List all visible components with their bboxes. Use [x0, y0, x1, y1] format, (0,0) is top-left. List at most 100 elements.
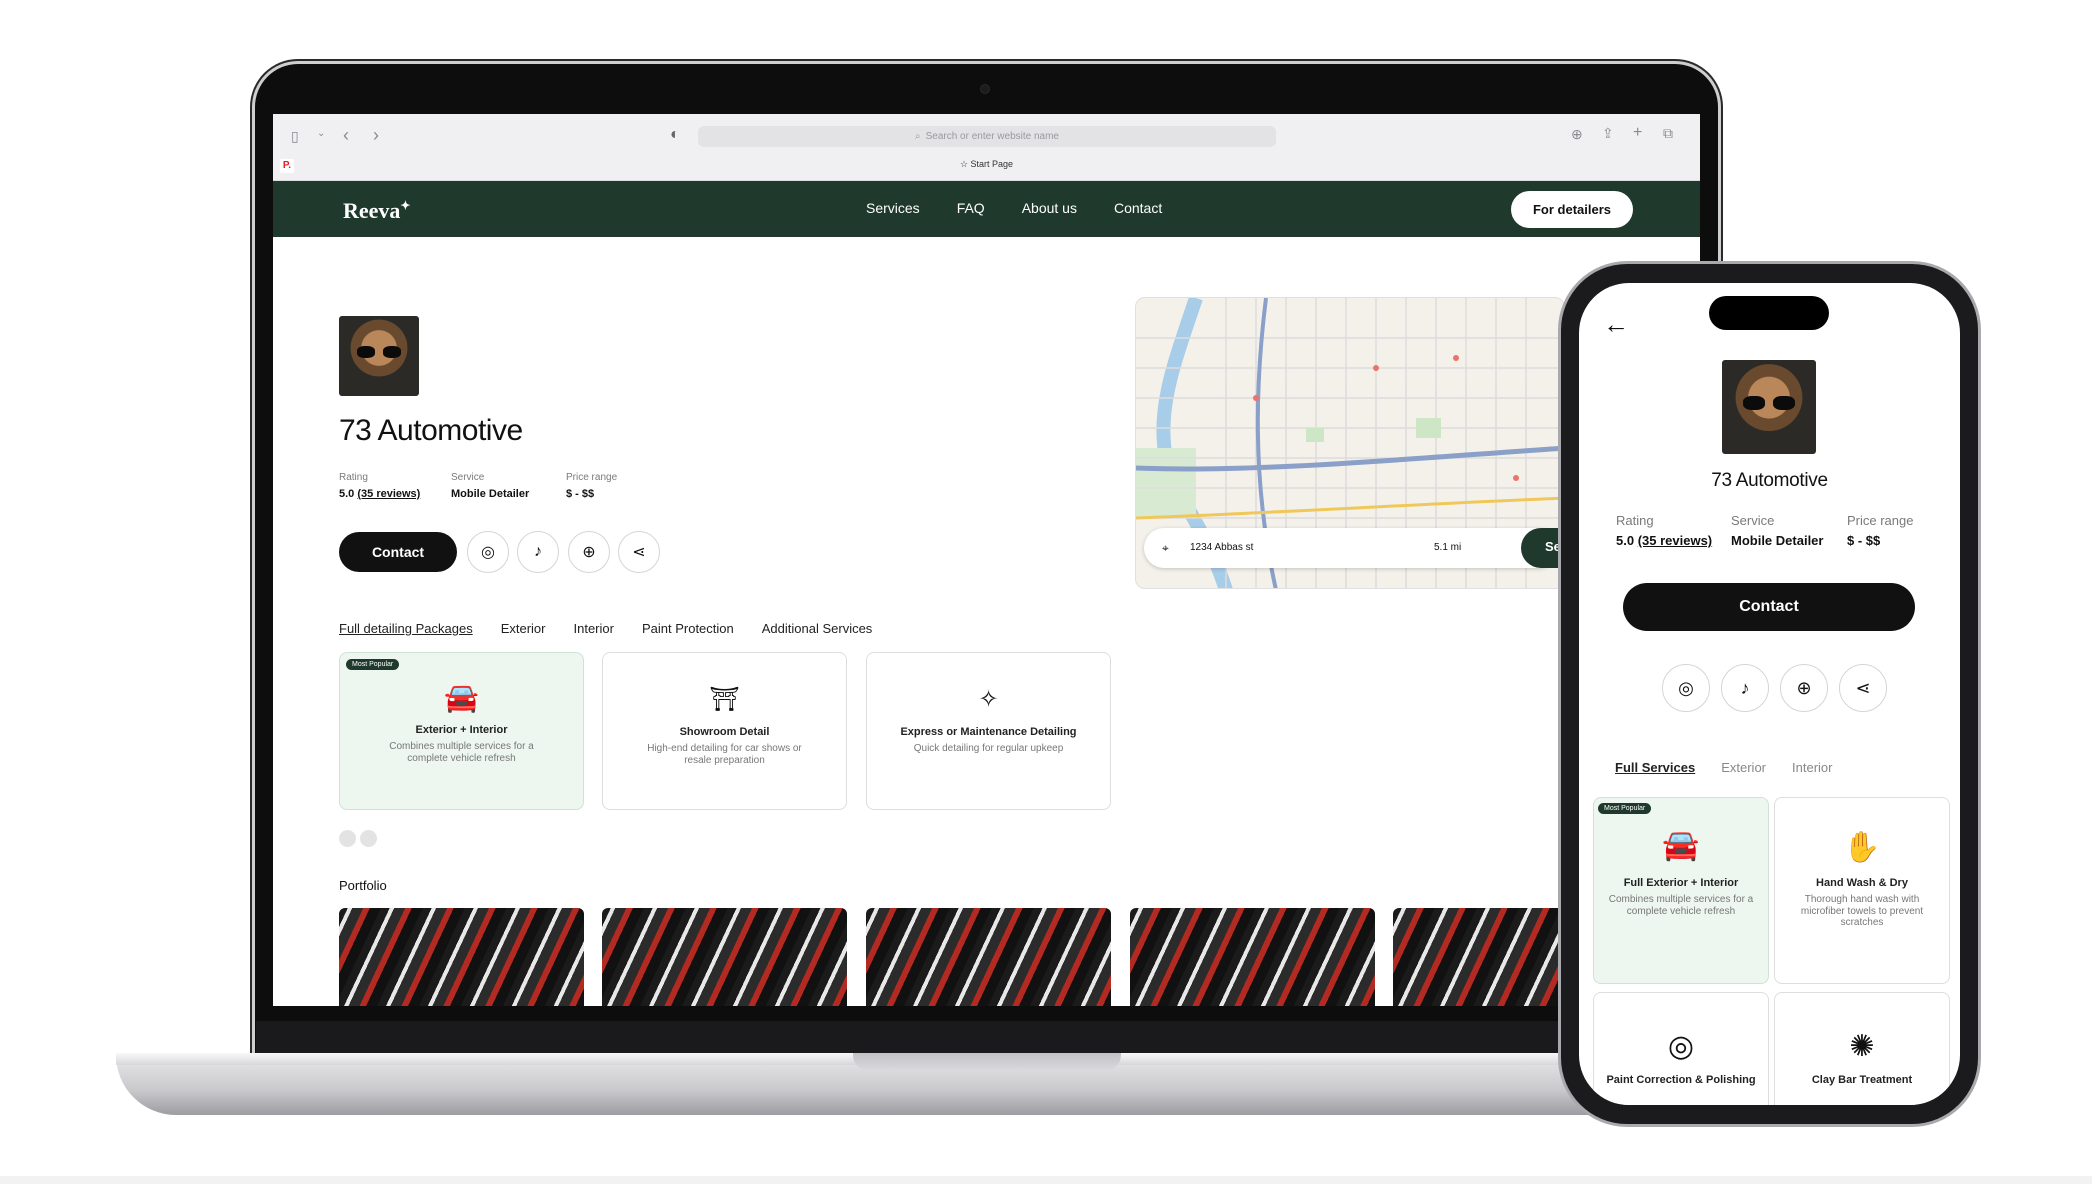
forward-icon[interactable]: › [373, 125, 379, 146]
map-search-bar[interactable]: ⌖ 1234 Abbas st 5.1 mi Se [1144, 528, 1564, 568]
address-input[interactable]: 1234 Abbas st [1190, 542, 1253, 553]
star-icon: ☆ [959, 159, 969, 169]
card-title: Showroom Detail [679, 726, 770, 738]
location-pin-icon: ⌖ [1162, 541, 1169, 555]
price-label: Price range [1847, 513, 1914, 528]
price-label: Price range [566, 472, 618, 483]
rating-value: 5.0 [1616, 533, 1635, 548]
rating-label: Rating [339, 472, 368, 483]
price-value: $ - $$ [1847, 533, 1881, 548]
service-value: Mobile Detailer [1731, 533, 1824, 548]
instagram-icon[interactable]: ◎ [467, 531, 509, 573]
service-label: Service [451, 472, 485, 483]
service-label: Service [1731, 513, 1775, 528]
tab-exterior[interactable]: Exterior [501, 621, 546, 636]
tab-label: Start Page [970, 159, 1014, 169]
chevron-down-icon[interactable]: ⌄ [317, 128, 325, 139]
privacy-shield-icon[interactable]: ◐ [670, 126, 680, 144]
card-title: Paint Correction & Polishing [1606, 1074, 1756, 1086]
tab-full-detailing[interactable]: Full detailing Packages [339, 621, 473, 636]
service-block: Service Mobile Detailer [1731, 513, 1823, 548]
distance-select[interactable]: 5.1 mi [1434, 542, 1461, 553]
portfolio-title: Portfolio [339, 878, 387, 893]
laptop-hinge [256, 1021, 1717, 1053]
dot[interactable] [339, 830, 356, 847]
tab-interior[interactable]: Interior [574, 621, 614, 636]
service-tabs: Full Services Exterior Interior [1615, 760, 1832, 775]
package-card[interactable]: Most Popular 🚘 Exterior + Interior Combi… [339, 652, 584, 810]
address-bar[interactable]: ⌕ Search or enter website name [698, 126, 1276, 147]
tabs-overview-icon[interactable]: ⧉ [1663, 125, 1673, 142]
tab-paint-protection[interactable]: Paint Protection [642, 621, 734, 636]
card-title: Exterior + Interior [415, 724, 508, 736]
card-desc: Combines multiple services for a complet… [1608, 894, 1754, 917]
rating-label: Rating [1616, 513, 1654, 528]
nav-faq[interactable]: FAQ [957, 200, 985, 216]
contact-button[interactable]: Contact [1623, 583, 1915, 631]
price-value: $ - $$ [566, 488, 595, 500]
service-card[interactable]: ✋ Hand Wash & Dry Thorough hand wash wit… [1774, 797, 1950, 984]
portfolio-image[interactable] [339, 908, 584, 1006]
service-card[interactable]: Most Popular 🚘 Full Exterior + Interior … [1593, 797, 1769, 984]
tab-interior[interactable]: Interior [1792, 760, 1832, 775]
share-icon[interactable]: ⇪ [1602, 125, 1614, 142]
phone-screen: ← 73 Automotive Rating 5.0 (35 reviews) … [1579, 283, 1960, 1105]
service-card[interactable]: ◎ Paint Correction & Polishing [1593, 992, 1769, 1105]
card-title: Clay Bar Treatment [1811, 1074, 1913, 1086]
rating-block: Rating 5.0 (35 reviews) [339, 472, 420, 500]
card-desc: Quick detailing for regular upkeep [913, 743, 1064, 754]
tiktok-icon[interactable]: ♪ [517, 531, 559, 573]
download-icon[interactable]: ⊕ [1571, 126, 1583, 143]
back-icon[interactable]: ‹ [343, 125, 349, 146]
globe-icon[interactable]: ⊕ [568, 531, 610, 573]
nav-about[interactable]: About us [1022, 200, 1077, 216]
contact-button[interactable]: Contact [339, 532, 457, 572]
business-avatar [1722, 360, 1816, 454]
share-icon[interactable]: ⋖ [1839, 664, 1887, 712]
service-card[interactable]: ✺ Clay Bar Treatment [1774, 992, 1950, 1105]
globe-icon[interactable]: ⊕ [1780, 664, 1828, 712]
instagram-icon[interactable]: ◎ [1662, 664, 1710, 712]
package-card[interactable]: ✧ Express or Maintenance Detailing Quick… [866, 652, 1111, 810]
hand-wash-icon: ✋ [1843, 831, 1881, 864]
laptop-notch [853, 1053, 1121, 1071]
for-detailers-button[interactable]: For detailers [1511, 191, 1633, 228]
map-search-button[interactable]: Se [1521, 528, 1564, 568]
dot[interactable] [360, 830, 377, 847]
page-footer-strip [0, 1176, 2092, 1184]
sparkles-icon: ✧ [978, 686, 999, 713]
service-block: Service Mobile Detailer [451, 472, 529, 500]
logo[interactable]: Reeva✦ [343, 198, 410, 224]
carousel-dots[interactable] [339, 830, 381, 852]
tab-exterior[interactable]: Exterior [1721, 760, 1766, 775]
back-arrow-icon[interactable]: ← [1603, 309, 1629, 340]
laptop-screen: ▯ ⌄ ‹ › ◐ ⌕ Search or enter website name… [273, 114, 1700, 1006]
reviews-link[interactable]: (35 reviews) [357, 488, 420, 500]
search-icon: ⌕ [914, 131, 921, 142]
car-wash-icon: 🚘 [1662, 829, 1700, 862]
business-name: 73 Automotive [1711, 470, 1828, 491]
tab-additional-services[interactable]: Additional Services [762, 621, 873, 636]
new-tab-icon[interactable]: + [1633, 124, 1642, 142]
sidebar-toggle-icon[interactable]: ▯ [291, 128, 299, 145]
reviews-link[interactable]: (35 reviews) [1638, 533, 1712, 548]
most-popular-badge: Most Popular [346, 659, 400, 670]
package-card[interactable]: ⛩ Showroom Detail High-end detailing for… [602, 652, 847, 810]
dynamic-island [1709, 296, 1829, 330]
rating-block: Rating 5.0 (35 reviews) [1616, 513, 1712, 548]
business-name: 73 Automotive [339, 414, 523, 447]
tab-start-page[interactable]: ☆ Start Page [273, 159, 1700, 170]
tiktok-icon[interactable]: ♪ [1721, 664, 1769, 712]
browser-toolbar: ▯ ⌄ ‹ › ◐ ⌕ Search or enter website name… [273, 114, 1700, 181]
nav-services[interactable]: Services [866, 200, 920, 216]
portfolio-image[interactable] [866, 908, 1111, 1006]
nav-contact[interactable]: Contact [1114, 200, 1162, 216]
share-icon[interactable]: ⋖ [618, 531, 660, 573]
card-title: Express or Maintenance Detailing [900, 726, 1077, 738]
location-map[interactable]: ⌖ 1234 Abbas st 5.1 mi Se [1135, 297, 1565, 589]
portfolio-image[interactable] [1130, 908, 1375, 1006]
service-value: Mobile Detailer [451, 488, 530, 500]
card-desc: Combines multiple services for a complet… [389, 741, 534, 764]
portfolio-image[interactable] [602, 908, 847, 1006]
tab-full-services[interactable]: Full Services [1615, 760, 1695, 775]
